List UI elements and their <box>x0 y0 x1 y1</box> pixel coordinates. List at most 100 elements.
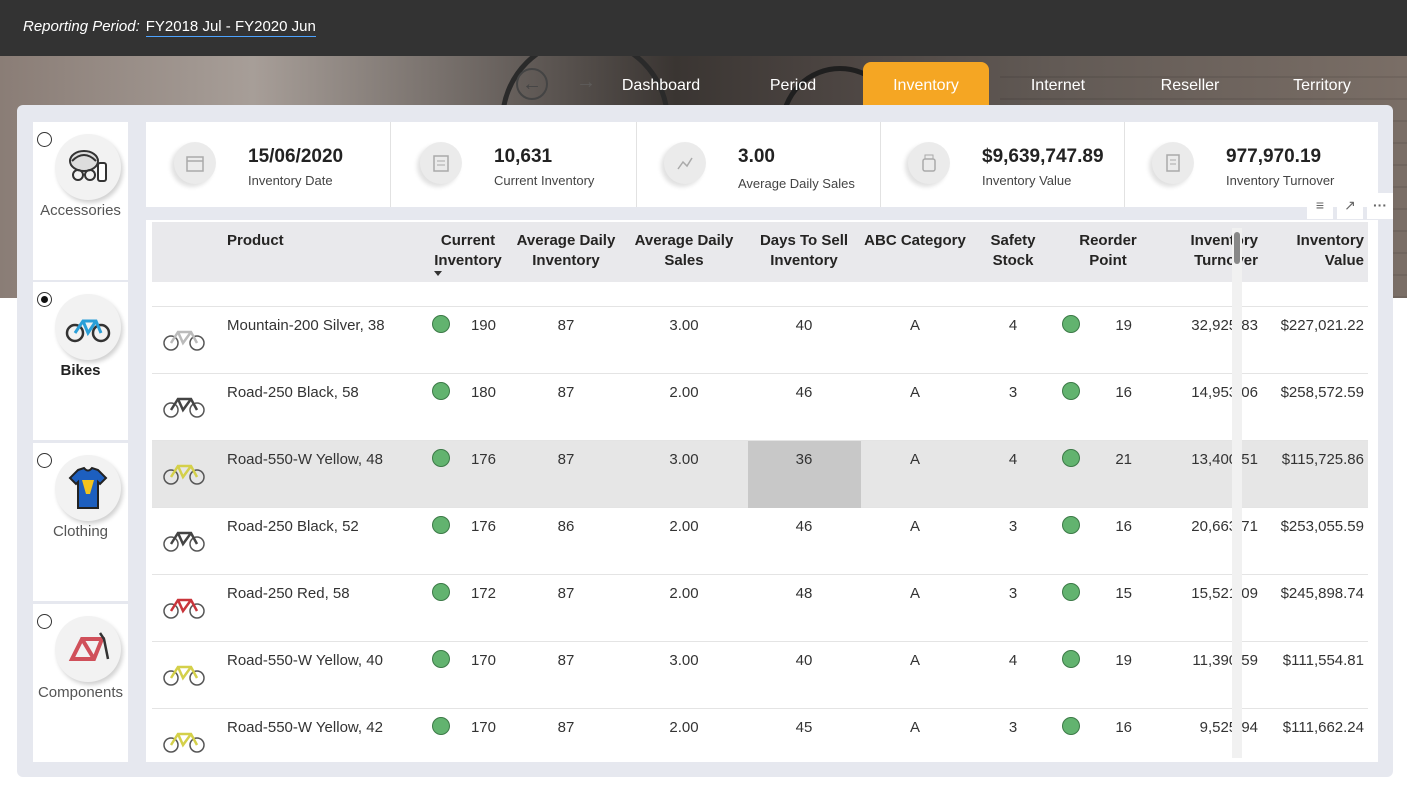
kpi-value: $9,639,747.89 <box>982 146 1104 167</box>
tab-territory[interactable]: Territory <box>1259 62 1385 106</box>
period-value[interactable]: FY2018 Jul - FY2020 Jun <box>145 18 316 37</box>
cell-current: 180 <box>470 384 496 401</box>
col-reorder-point[interactable]: Reorder Point <box>1058 231 1158 271</box>
cell-turnover: 9,525.94 <box>1199 719 1258 736</box>
cell-turnover: 13,400.51 <box>1191 451 1258 468</box>
col-inventory-value[interactable]: Inventory Value <box>1268 231 1364 271</box>
kpi-label: Current Inventory <box>494 173 595 188</box>
kpi-label: Inventory Date <box>248 173 333 188</box>
kpi-value: 977,970.19 <box>1226 146 1322 167</box>
cell-turnover: 14,953.06 <box>1191 384 1258 401</box>
cell-reorder: 16 <box>1115 384 1132 401</box>
cell-avg_sales: 3.00 <box>669 317 699 334</box>
category-clothing[interactable]: Clothing <box>33 443 128 601</box>
tab-internet[interactable]: Internet <box>995 62 1121 106</box>
status-indicator <box>1062 583 1080 601</box>
tab-dashboard[interactable]: Dashboard <box>598 62 724 106</box>
status-indicator <box>1062 382 1080 400</box>
cell-current: 170 <box>470 652 496 669</box>
col-safety-stock[interactable]: Safety Stock <box>972 231 1054 271</box>
kpi-inventory-date: 15/06/2020 Inventory Date <box>146 122 391 207</box>
radio-bikes[interactable] <box>37 292 52 307</box>
cell-safety: 4 <box>1008 652 1018 669</box>
kpi-value: 10,631 <box>494 146 553 167</box>
cell-current: 176 <box>470 451 496 468</box>
cell-abc: A <box>909 317 920 334</box>
category-label: Components <box>37 684 124 701</box>
status-indicator <box>432 717 450 735</box>
table-row[interactable]: Road-250 Black, 52 176 86 2.00 46 A 3 16 20,663.… <box>152 508 1368 575</box>
table-row[interactable]: Mountain-200 Silver, 38 190 87 3.00 40 A 4 19 32… <box>152 307 1368 374</box>
table-scrollbar[interactable] <box>1232 228 1242 758</box>
inventory-icon <box>420 142 462 184</box>
table-row[interactable]: Road-250 Black, 58 180 87 2.00 46 A 3 16 14,953.… <box>152 374 1368 441</box>
col-current-inventory[interactable]: Current Inventory <box>424 231 512 271</box>
cell-avg_inv: 87 <box>557 719 575 736</box>
col-average-daily-inventory[interactable]: Average Daily Inventory <box>514 231 618 271</box>
status-indicator <box>1062 449 1080 467</box>
table-row[interactable]: Road-550-W Yellow, 42 170 87 2.00 45 A 3 16 9,52… <box>152 709 1368 762</box>
tab-period[interactable]: Period <box>730 62 856 106</box>
cell-abc: A <box>909 719 920 736</box>
top-bar: Reporting Period: FY2018 Jul - FY2020 Jun <box>0 0 1407 56</box>
scrollbar-thumb[interactable] <box>1234 232 1240 264</box>
turnover-report-icon <box>1152 142 1194 184</box>
inventory-table: Product Current Inventory Average Daily In… <box>146 220 1378 762</box>
cell-turnover: 15,521.09 <box>1191 585 1258 602</box>
tab-inventory[interactable]: Inventory <box>863 62 989 106</box>
cell-avg_inv: 86 <box>557 518 575 535</box>
radio-components[interactable] <box>37 614 52 629</box>
category-accessories[interactable]: Accessories <box>33 122 128 280</box>
col-average-daily-sales[interactable]: Average Daily Sales <box>630 231 738 271</box>
cell-abc: A <box>909 652 920 669</box>
filter-icon[interactable]: ≡ <box>1307 193 1333 219</box>
cell-days: 46 <box>795 384 813 401</box>
cell-safety: 4 <box>1008 317 1018 334</box>
helmet-icon <box>55 134 121 200</box>
back-arrow-icon[interactable]: ← <box>516 68 548 100</box>
cell-abc: A <box>909 451 920 468</box>
cell-product: Road-250 Black, 58 <box>227 384 359 401</box>
reporting-period: Reporting Period: FY2018 Jul - FY2020 Jun <box>23 18 316 37</box>
kpi-current-inventory: 10,631 Current Inventory <box>392 122 637 207</box>
category-slicer: Accessories Bikes Clothing Components <box>33 122 128 762</box>
col-abc-category[interactable]: ABC Category <box>862 231 968 251</box>
category-components[interactable]: Components <box>33 604 128 762</box>
cell-reorder: 21 <box>1115 451 1132 468</box>
col-inventory-turnover[interactable]: Inventory Turnover <box>1162 231 1258 271</box>
period-label: Reporting Period: <box>23 18 140 35</box>
cell-reorder: 19 <box>1115 317 1132 334</box>
col-days-to-sell[interactable]: Days To Sell Inventory <box>748 231 860 271</box>
cell-days: 40 <box>795 317 813 334</box>
bike-icon <box>55 294 121 360</box>
cell-avg_inv: 87 <box>557 317 575 334</box>
focus-mode-icon[interactable]: ↗ <box>1337 193 1363 219</box>
table-row[interactable]: Road-550-W Yellow, 48 176 87 3.00 36 A 4 21 13,4… <box>152 441 1368 508</box>
radio-accessories[interactable] <box>37 132 52 147</box>
sort-descending-icon[interactable] <box>434 271 442 276</box>
cell-current: 176 <box>470 518 496 535</box>
cell-value: $115,725.86 <box>1281 451 1364 468</box>
cell-product: Road-550-W Yellow, 48 <box>227 451 383 468</box>
bike-thumbnail-icon <box>163 330 205 351</box>
status-indicator <box>432 583 450 601</box>
col-product[interactable]: Product <box>227 231 284 251</box>
radio-clothing[interactable] <box>37 453 52 468</box>
cell-turnover: 20,663.71 <box>1191 518 1258 535</box>
cell-days: 45 <box>795 719 813 736</box>
category-bikes[interactable]: Bikes <box>33 282 128 440</box>
more-options-icon[interactable]: ··· <box>1367 193 1393 219</box>
tab-reseller[interactable]: Reseller <box>1127 62 1253 106</box>
cell-safety: 3 <box>1008 518 1018 535</box>
table-row[interactable]: Road-550-W Yellow, 40 170 87 3.00 40 A 4 19 11,3… <box>152 642 1368 709</box>
cell-avg_sales: 2.00 <box>669 518 699 535</box>
cell-reorder: 15 <box>1115 585 1132 602</box>
cell-reorder: 16 <box>1115 518 1132 535</box>
table-row[interactable]: Road-250 Red, 58 172 87 2.00 48 A 3 15 15,521.09… <box>152 575 1368 642</box>
bike-thumbnail-icon <box>163 598 205 619</box>
sales-chart-icon <box>664 142 706 184</box>
cell-days: 48 <box>795 585 813 602</box>
cell-value: $111,662.24 <box>1282 719 1364 736</box>
money-jar-icon <box>908 142 950 184</box>
cell-avg_inv: 87 <box>557 585 575 602</box>
